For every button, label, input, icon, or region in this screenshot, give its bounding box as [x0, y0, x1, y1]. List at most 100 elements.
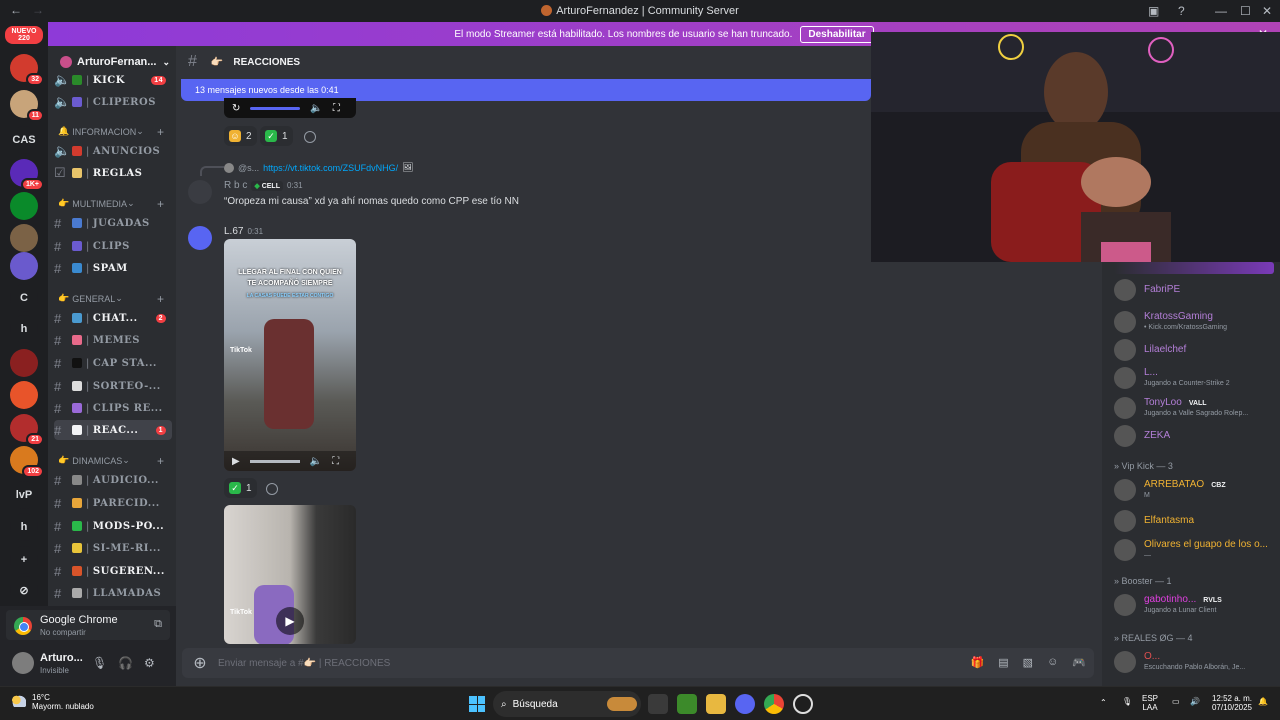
channel-clips[interactable]: # | CLIPS — [54, 236, 172, 256]
member-item[interactable]: gabotinho... RVLS Jugando a Lunar Client — [1114, 591, 1280, 621]
server-icon[interactable]: lvP — [10, 481, 38, 509]
avatar[interactable] — [188, 180, 212, 204]
channel-sugeren[interactable]: # | SUGEREN... — [54, 561, 172, 581]
apps-icon[interactable]: 🎮 — [1072, 656, 1086, 669]
author-name[interactable]: R b c — [224, 180, 247, 191]
server-icon[interactable]: ⊘ — [10, 576, 38, 604]
reply-link[interactable]: https://vt.tiktok.com/ZSUFdvNHG/ — [263, 163, 398, 173]
composer-placeholder[interactable]: Enviar mensaje a #👉🏻 | REACCIONES — [218, 658, 390, 669]
new-servers-badge[interactable]: NUEVO 220 — [5, 26, 43, 44]
add-reaction-icon[interactable] — [304, 131, 316, 143]
fullscreen-icon[interactable]: ⛶ — [333, 103, 340, 114]
server-icon[interactable] — [10, 381, 38, 409]
channel-llamadas[interactable]: # | LLAMADAS — [54, 583, 172, 603]
discord-avatar-icon[interactable] — [188, 226, 212, 250]
server-icon[interactable]: C — [10, 284, 38, 312]
channel-reglas[interactable]: ☑ | REGLAS — [54, 163, 172, 183]
screen-icon[interactable]: ▣ — [1148, 4, 1159, 18]
message-composer[interactable]: ⊕ Enviar mensaje a #👉🏻 | REACCIONES 🎁 ▤ … — [182, 648, 1094, 678]
steam-icon[interactable] — [793, 694, 813, 714]
sticker-icon[interactable]: ▧ — [1023, 656, 1033, 669]
member-item[interactable]: FabriPE — [1114, 276, 1280, 306]
channel-parecid[interactable]: # | PARECID... — [54, 493, 172, 513]
channel-simeri[interactable]: # | SI-ME-RI... — [54, 538, 172, 558]
disable-streamer-button[interactable]: Deshabilitar — [800, 25, 874, 43]
video-embed[interactable]: LLEGAR AL FINAL CON QUIEN TE ACOMPAÑÓ SI… — [224, 239, 356, 471]
activity-card[interactable]: Google Chrome No compartir ⧉ — [6, 610, 170, 640]
member-item[interactable]: ZEKA — [1114, 422, 1280, 452]
server-icon[interactable]: h — [10, 513, 38, 541]
volume-icon[interactable]: 🔊 — [1190, 697, 1200, 706]
task-view-icon[interactable] — [648, 694, 668, 714]
member-item[interactable]: KratossGaming • Kick.com/KratossGaming — [1114, 308, 1280, 338]
server-icon[interactable] — [10, 224, 38, 252]
reaction-laugh[interactable]: ☺ 2 — [224, 126, 257, 146]
minimize-button[interactable]: — — [1215, 4, 1227, 18]
replay-icon[interactable]: ↻ — [232, 103, 240, 114]
play-button[interactable]: ▶ — [276, 607, 304, 635]
minecraft-icon[interactable] — [677, 694, 697, 714]
member-item[interactable]: TonyLoo VALL Jugando a Valle Sagrado Rolep… — [1114, 394, 1280, 424]
gif-icon[interactable]: ▤ — [998, 656, 1008, 669]
play-icon[interactable]: ▶ — [232, 456, 240, 467]
category-multimedia[interactable]: 👉 MULTIMEDIA ⌄ + — [58, 197, 168, 211]
member-item[interactable]: Elfantasma — [1114, 507, 1280, 537]
channel-cliperos[interactable]: 🔈 | CLIPEROS — [54, 92, 172, 112]
channel-chat[interactable]: # | CHAT... 2 — [54, 308, 172, 328]
chevron-up-icon[interactable]: ⌃ — [1100, 698, 1107, 707]
channel-clipsre[interactable]: # | CLIPS RE... — [54, 398, 172, 418]
channel-memes[interactable]: # | MEMES — [54, 330, 172, 350]
channel-anuncios[interactable]: 🔈 | ANUNCIOS — [54, 141, 172, 161]
server-icon[interactable]: 1K+ — [10, 159, 44, 191]
channel-spam[interactable]: # | SPAM — [54, 258, 172, 278]
member-item[interactable]: Lilaelchef — [1114, 336, 1280, 366]
headphones-icon[interactable]: 🎧 — [118, 656, 133, 670]
channel-capsta[interactable]: # | CAP STA... — [54, 353, 172, 373]
server-icon[interactable]: 11 — [10, 90, 44, 122]
server-icon[interactable]: + — [10, 546, 38, 574]
gear-icon[interactable]: ⚙ — [144, 656, 155, 670]
volume-icon[interactable]: 🔈 — [310, 103, 322, 114]
file-explorer-icon[interactable] — [706, 694, 726, 714]
reply-preview[interactable]: @s... https://vt.tiktok.com/ZSUFdvNHG/ 🖼 — [224, 162, 414, 173]
member-item[interactable]: Olivares el guapo de los o... — — [1114, 536, 1280, 566]
stream-video-overlay[interactable] — [871, 32, 1280, 262]
server-icon[interactable]: CAS — [10, 126, 38, 154]
channel-audicio[interactable]: # | AUDICIO... — [54, 470, 172, 490]
add-reaction-icon[interactable] — [266, 483, 278, 495]
language-indicator[interactable]: ESP LAA — [1142, 694, 1158, 712]
add-channel-icon[interactable]: + — [157, 125, 164, 139]
server-icon[interactable] — [10, 349, 38, 377]
video-embed[interactable]: TikTok ▶ — [224, 505, 356, 644]
notification-bell-icon[interactable]: 🔔 — [1258, 697, 1268, 706]
reaction-check[interactable]: ✓ 1 — [224, 478, 257, 498]
search-input[interactable]: ⌕ Búsqueda — [493, 691, 641, 717]
fullscreen-icon[interactable]: ⛶ — [332, 456, 339, 467]
maximize-button[interactable]: ☐ — [1240, 4, 1251, 18]
category-general[interactable]: 👉 GENERAL ⌄ + — [58, 292, 168, 306]
channel-sorteo[interactable]: # | SORTEO-... — [54, 376, 172, 396]
server-icon[interactable]: h — [10, 315, 38, 343]
emoji-icon[interactable]: ☺ — [1047, 656, 1058, 669]
channel-jugadas[interactable]: # | JUGADAS — [54, 213, 172, 233]
microphone-icon[interactable]: 🎙 — [1122, 697, 1132, 706]
category-informacion[interactable]: 🔔 INFORMACION ⌄ + — [58, 125, 168, 139]
reaction-check[interactable]: ✓ 1 — [260, 126, 293, 146]
member-item[interactable]: O... Escuchando Pablo Alborán, Je... — [1114, 648, 1280, 678]
category-dinamicas[interactable]: 👉 DINAMICAS ⌄ + — [58, 454, 168, 468]
discord-icon[interactable] — [735, 694, 755, 714]
server-icon[interactable] — [10, 252, 38, 280]
progress-bar[interactable] — [249, 459, 300, 463]
help-icon[interactable]: ? — [1178, 4, 1185, 18]
add-channel-icon[interactable]: + — [157, 197, 164, 211]
channel-reac[interactable]: # | REAC... 1 — [54, 420, 172, 440]
channel-modspo[interactable]: # | MODS-PO... — [54, 516, 172, 536]
clock[interactable]: 12:52 a. m. 07/10/2025 — [1206, 694, 1252, 712]
attach-plus-icon[interactable]: ⊕ — [182, 653, 218, 673]
volume-icon[interactable]: 🔈 — [310, 456, 322, 467]
server-icon[interactable]: 21 — [10, 414, 44, 446]
member-item[interactable]: L... Jugando a Counter-Strike 2 — [1114, 364, 1280, 394]
volume-bar[interactable] — [250, 106, 301, 110]
server-icon[interactable] — [10, 192, 38, 220]
microphone-icon[interactable]: 🎙 — [92, 656, 107, 670]
